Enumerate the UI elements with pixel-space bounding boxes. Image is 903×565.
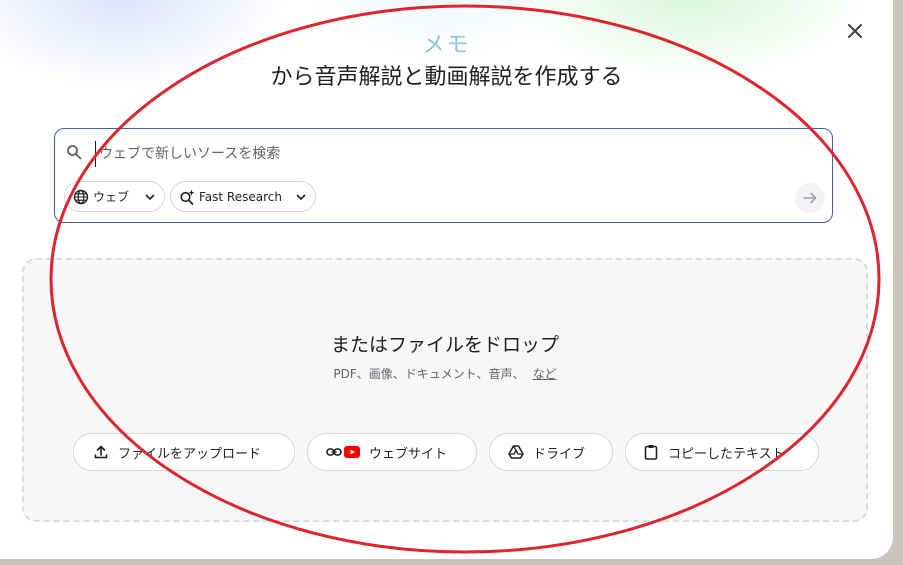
clipboard-icon [644,445,658,460]
sparkle-search-icon [180,189,195,205]
chevron-down-icon [145,194,155,200]
add-source-dialog: メモ から音声解説と動画解説を作成する ウェブで新しいソースを検索 ウェブ Fa… [0,0,893,559]
chevron-down-icon [296,194,306,200]
file-drop-zone[interactable]: またはファイルをドロップ PDF、画像、ドキュメント、音声、 など ファイルをアッ… [22,258,868,522]
upload-file-label: ファイルをアップロード [118,446,262,462]
website-source-label: ウェブサイト [369,446,448,462]
youtube-icon [344,446,360,458]
drive-source-button[interactable]: ドライブ [489,433,613,471]
link-icon [326,448,342,456]
paste-text-button[interactable]: コピーしたテキスト [625,433,819,471]
drop-zone-title: またはファイルをドロップ [330,334,559,356]
drive-source-label: ドライブ [533,446,586,462]
upload-file-button[interactable]: ファイルをアップロード [73,433,295,471]
search-icon [67,145,82,160]
search-input[interactable] [95,141,791,167]
dialog-title: から音声解説と動画解説を作成する [270,65,623,90]
arrow-right-icon [803,192,817,204]
upload-icon [94,445,108,459]
drop-zone-subtitle: PDF、画像、ドキュメント、音声、 など [24,365,866,382]
web-search-box: ウェブ Fast Research [54,128,833,223]
screen: メモ から音声解説と動画解説を作成する ウェブで新しいソースを検索 ウェブ Fa… [0,0,903,565]
paste-text-label: コピーしたテキスト [668,446,785,462]
research-mode-dropdown[interactable]: Fast Research [170,181,316,212]
more-types-link[interactable]: など [533,367,557,381]
supported-types-text: PDF、画像、ドキュメント、音声、 [333,367,525,381]
globe-icon [73,189,89,204]
source-type-dropdown[interactable]: ウェブ [64,181,165,212]
dialog-accent-title: メモ [422,33,471,58]
source-type-label: ウェブ [93,190,130,204]
website-source-button[interactable]: ウェブサイト [307,433,477,471]
submit-search-button[interactable] [795,183,825,213]
drive-icon [508,445,524,459]
research-mode-label: Fast Research [199,189,282,204]
